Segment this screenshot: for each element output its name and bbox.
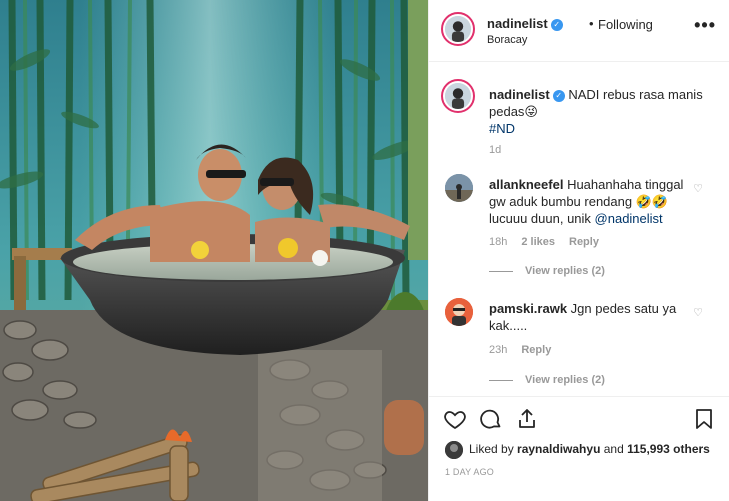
- likes-middle: and: [600, 442, 628, 456]
- author-username[interactable]: nadinelist ✓: [487, 16, 563, 31]
- caption-username[interactable]: nadinelist: [489, 87, 550, 102]
- liker-avatar[interactable]: [445, 441, 463, 459]
- comment-avatar[interactable]: [445, 298, 473, 326]
- replies-divider: [489, 270, 513, 272]
- replies-divider: [489, 379, 513, 381]
- verified-badge-icon: ✓: [550, 19, 563, 31]
- author-username-text[interactable]: nadinelist: [487, 16, 548, 31]
- following-button[interactable]: Following: [598, 17, 653, 32]
- view-replies-button[interactable]: View replies (2): [489, 265, 605, 277]
- location-link[interactable]: Boracay: [487, 34, 527, 46]
- view-replies-label[interactable]: View replies (2): [525, 374, 605, 386]
- comment-likes[interactable]: 2 likes: [521, 236, 555, 248]
- liker-username[interactable]: raynaldiwahyu: [517, 442, 600, 456]
- post-actions: Liked by raynaldiwahyu and 115,993 other…: [429, 396, 729, 501]
- comment-1: allankneefel Huahanhaha tinggal gw aduk …: [489, 176, 699, 227]
- more-options-icon[interactable]: •••: [694, 16, 716, 34]
- caption-emoji: 😜: [524, 104, 538, 119]
- post-header: nadinelist ✓ • Following Boracay •••: [429, 0, 729, 62]
- bookmark-icon[interactable]: [692, 407, 716, 431]
- likes-prefix: Liked by: [469, 442, 518, 456]
- caption-avatar[interactable]: [441, 79, 475, 113]
- post-photo[interactable]: [0, 0, 428, 501]
- share-icon[interactable]: [515, 407, 539, 431]
- comment-avatar[interactable]: [445, 174, 473, 202]
- view-replies-button[interactable]: View replies (2): [489, 374, 605, 386]
- post-sidebar: nadinelist ✓ • Following Boracay ••• nadi…: [428, 0, 729, 501]
- comment-username[interactable]: allankneefel: [489, 177, 563, 192]
- comment-time[interactable]: 23h: [489, 344, 507, 356]
- header-separator: •: [589, 16, 594, 31]
- comment-time[interactable]: 18h: [489, 236, 507, 248]
- comment-icon[interactable]: [479, 407, 503, 431]
- verified-badge-icon: ✓: [552, 90, 565, 102]
- comment-meta: 18h 2 likes Reply: [489, 236, 599, 248]
- likes-summary[interactable]: Liked by raynaldiwahyu and 115,993 other…: [469, 442, 710, 456]
- view-replies-label[interactable]: View replies (2): [525, 265, 605, 277]
- comment-2: pamski.rawk Jgn pedes satu ya kak.....: [489, 300, 699, 334]
- comment-like-heart-icon[interactable]: ♡: [693, 182, 703, 195]
- post-date[interactable]: 1 DAY AGO: [445, 467, 494, 477]
- reply-button[interactable]: Reply: [569, 236, 599, 248]
- comment-mention[interactable]: @nadinelist: [595, 211, 663, 226]
- heart-icon[interactable]: [443, 407, 467, 431]
- reply-button[interactable]: Reply: [521, 344, 551, 356]
- post-image: [0, 0, 428, 501]
- caption-time[interactable]: 1d: [489, 144, 501, 156]
- post-caption: nadinelist ✓ NADI rebus rasa manis pedas😜…: [489, 86, 719, 137]
- comment-meta: 23h Reply: [489, 344, 551, 356]
- comment-like-heart-icon[interactable]: ♡: [693, 306, 703, 319]
- comment-username[interactable]: pamski.rawk: [489, 301, 567, 316]
- author-avatar[interactable]: [441, 12, 475, 46]
- likes-count[interactable]: 115,993 others: [627, 442, 710, 456]
- caption-hashtag[interactable]: #ND: [489, 121, 515, 136]
